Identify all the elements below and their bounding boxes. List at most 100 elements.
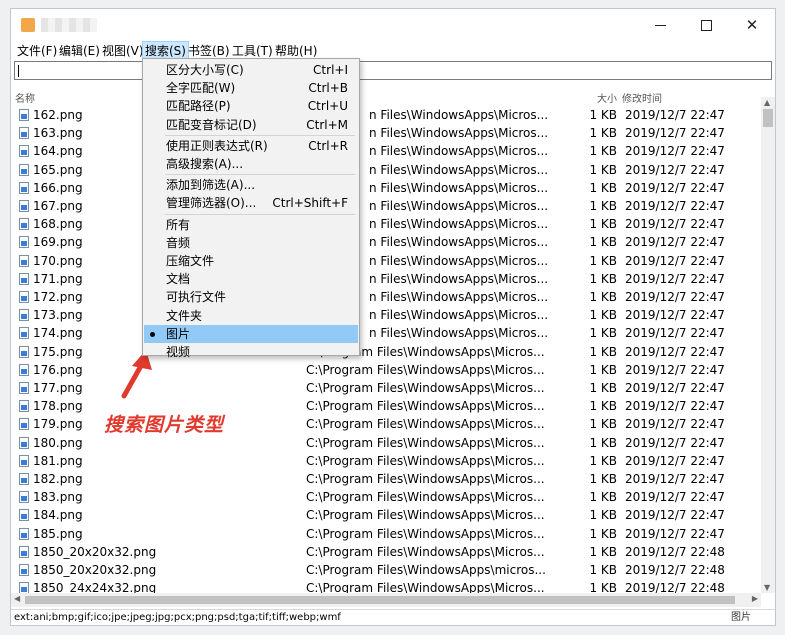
minimize-button[interactable] [637, 9, 683, 41]
search-menu-item[interactable]: 匹配变音标记(D) Ctrl+M [144, 116, 358, 134]
search-menu-item[interactable]: 所有 [144, 216, 358, 234]
file-size: 1 KB [589, 362, 617, 377]
table-row[interactable]: 172.png n Files\WindowsApps\Micros... 1 KB… [11, 288, 761, 306]
table-row[interactable]: 1850_20x20x32.png C:\Program Files\Window… [11, 543, 761, 561]
search-menu-item[interactable]: 可执行文件 [144, 288, 358, 306]
table-row[interactable]: 162.png n Files\WindowsApps\Micros... 1 KB… [11, 106, 761, 124]
search-menu-item[interactable]: 图片 [144, 324, 358, 343]
table-row[interactable]: 174.png n Files\WindowsApps\Micros... 1 KB… [11, 324, 761, 342]
search-menu-item[interactable]: 管理筛选器(O)... Ctrl+Shift+F [144, 194, 358, 212]
file-modified: 2019/12/7 22:47 [625, 344, 725, 359]
table-row[interactable]: 1850_20x20x32.png C:\Program Files\Window… [11, 561, 761, 579]
search-menu-item[interactable]: 压缩文件 [144, 252, 358, 270]
file-size: 1 KB [589, 144, 617, 159]
column-header-name[interactable]: 名称 [15, 90, 35, 105]
file-size: 1 KB [589, 217, 617, 232]
table-row[interactable]: 165.png n Files\WindowsApps\Micros... 1 KB… [11, 161, 761, 179]
search-menu-item[interactable]: 匹配路径(P) Ctrl+U [144, 97, 358, 115]
png-file-icon [19, 109, 29, 121]
table-row[interactable]: 183.png C:\Program Files\WindowsApps\Micr… [11, 488, 761, 506]
table-row[interactable]: 171.png n Files\WindowsApps\Micros... 1 KB… [11, 270, 761, 288]
close-icon: ✕ [745, 16, 759, 34]
file-modified: 2019/12/7 22:47 [625, 144, 725, 159]
close-button[interactable]: ✕ [729, 9, 775, 41]
file-size: 1 KB [589, 162, 617, 177]
menu-item-0[interactable]: 文件(F) [15, 41, 59, 61]
scroll-right-icon[interactable]: ▶ [752, 594, 758, 603]
search-menu-item[interactable]: 视频 [144, 343, 358, 361]
search-menu-item[interactable]: 文档 [144, 270, 358, 288]
table-row[interactable]: 181.png C:\Program Files\WindowsApps\Micr… [11, 452, 761, 470]
file-path: n Files\WindowsApps\Micros... [369, 217, 549, 232]
table-row[interactable]: 185.png C:\Program Files\WindowsApps\Micr… [11, 525, 761, 543]
column-header-size[interactable]: 大小 [597, 90, 617, 105]
scroll-down-icon[interactable]: ▼ [764, 583, 770, 592]
table-row[interactable]: 1850_24x24x32.png C:\Program Files\Window… [11, 579, 761, 593]
horizontal-scroll-thumb[interactable] [25, 596, 735, 604]
column-header-modified[interactable]: 修改时间 [622, 90, 662, 105]
file-path: C:\Program Files\WindowsApps\Micros... [306, 399, 545, 414]
search-menu-item[interactable]: 文件夹 [144, 307, 358, 325]
search-menu-item[interactable]: 高级搜索(A)... [144, 155, 358, 173]
file-path: n Files\WindowsApps\Micros... [369, 180, 549, 195]
table-row[interactable]: 164.png n Files\WindowsApps\Micros... 1 KB… [11, 142, 761, 160]
png-file-icon [19, 400, 29, 413]
table-row[interactable]: 168.png n Files\WindowsApps\Micros... 1 KB… [11, 215, 761, 233]
table-row[interactable]: 167.png n Files\WindowsApps\Micros... 1 KB… [11, 197, 761, 215]
scroll-left-icon[interactable]: ◀ [14, 594, 20, 603]
file-path: C:\Program Files\WindowsApps\micros... [306, 563, 546, 577]
file-name: 163.png [33, 126, 83, 141]
file-path: C:\Program Files\WindowsApps\Micros... [306, 453, 545, 468]
search-menu-dropdown: 区分大小写(C) Ctrl+I 全字匹配(W) Ctrl+B 匹配路径(P) Ctrl+U… [142, 58, 360, 359]
maximize-button[interactable] [683, 9, 729, 41]
png-file-icon [19, 327, 29, 340]
file-path: C:\Program Files\WindowsApps\Micros... [306, 544, 545, 559]
file-modified: 2019/12/7 22:48 [625, 544, 725, 559]
file-size: 1 KB [589, 126, 617, 141]
file-size: 1 KB [589, 235, 617, 250]
table-row[interactable]: 182.png C:\Program Files\WindowsApps\Micr… [11, 470, 761, 488]
file-size: 1 KB [589, 490, 617, 505]
search-menu-item[interactable]: 添加到筛选(A)... [144, 176, 358, 194]
table-row[interactable]: 173.png n Files\WindowsApps\Micros... 1 KB… [11, 306, 761, 324]
menu-item-1[interactable]: 编辑(E) [57, 41, 102, 61]
column-header: 名称 大小 修改时间 [11, 87, 761, 105]
file-name: 1850_24x24x32.png [33, 581, 157, 593]
file-name: 164.png [33, 144, 83, 159]
file-path: n Files\WindowsApps\Micros... [369, 326, 549, 341]
file-name: 167.png [33, 199, 83, 213]
menu-separator [165, 174, 355, 176]
scroll-up-icon[interactable]: ▲ [764, 98, 770, 107]
table-row[interactable]: 170.png n Files\WindowsApps\Micros... 1 KB… [11, 252, 761, 270]
menu-item-2[interactable]: 视图(V) [100, 41, 146, 61]
file-name: 182.png [33, 472, 83, 486]
file-modified: 2019/12/7 22:47 [625, 526, 725, 541]
table-row[interactable]: 163.png n Files\WindowsApps\Micros... 1 KB… [11, 124, 761, 142]
title-bar: ✕ [11, 9, 775, 41]
menu-item-label: 使用正则表达式(R) [166, 138, 268, 153]
horizontal-scrollbar[interactable]: ◀ ▶ [11, 593, 761, 607]
search-menu-item[interactable]: 使用正则表达式(R) Ctrl+R [144, 137, 358, 155]
window-title-redacted [41, 18, 97, 32]
file-path: n Files\WindowsApps\Micros... [369, 199, 549, 213]
png-file-icon [19, 564, 29, 576]
png-file-icon [19, 436, 29, 449]
file-modified: 2019/12/7 22:47 [625, 326, 725, 341]
menu-item-shortcut: Ctrl+Shift+F [272, 196, 348, 211]
search-menu-item[interactable]: 全字匹配(W) Ctrl+B [144, 79, 358, 97]
radio-bullet-icon [150, 331, 155, 337]
menu-item-label: 添加到筛选(A)... [166, 178, 256, 193]
file-path: n Files\WindowsApps\Micros... [369, 308, 549, 323]
table-row[interactable]: 184.png C:\Program Files\WindowsApps\Micr… [11, 506, 761, 524]
table-row[interactable]: 166.png n Files\WindowsApps\Micros... 1 KB… [11, 179, 761, 197]
file-path: C:\Program Files\WindowsApps\Micros... [306, 508, 545, 523]
file-path: n Files\WindowsApps\Micros... [369, 162, 549, 177]
table-row[interactable]: 169.png n Files\WindowsApps\Micros... 1 KB… [11, 233, 761, 251]
png-file-icon [19, 254, 29, 267]
file-modified: 2019/12/7 22:47 [625, 199, 725, 213]
vertical-scrollbar[interactable]: ▲ ▼ [761, 97, 775, 593]
search-menu-item[interactable]: 音频 [144, 234, 358, 252]
search-input[interactable] [14, 61, 772, 80]
vertical-scroll-thumb[interactable] [763, 109, 773, 127]
search-menu-item[interactable]: 区分大小写(C) Ctrl+I [144, 61, 358, 79]
